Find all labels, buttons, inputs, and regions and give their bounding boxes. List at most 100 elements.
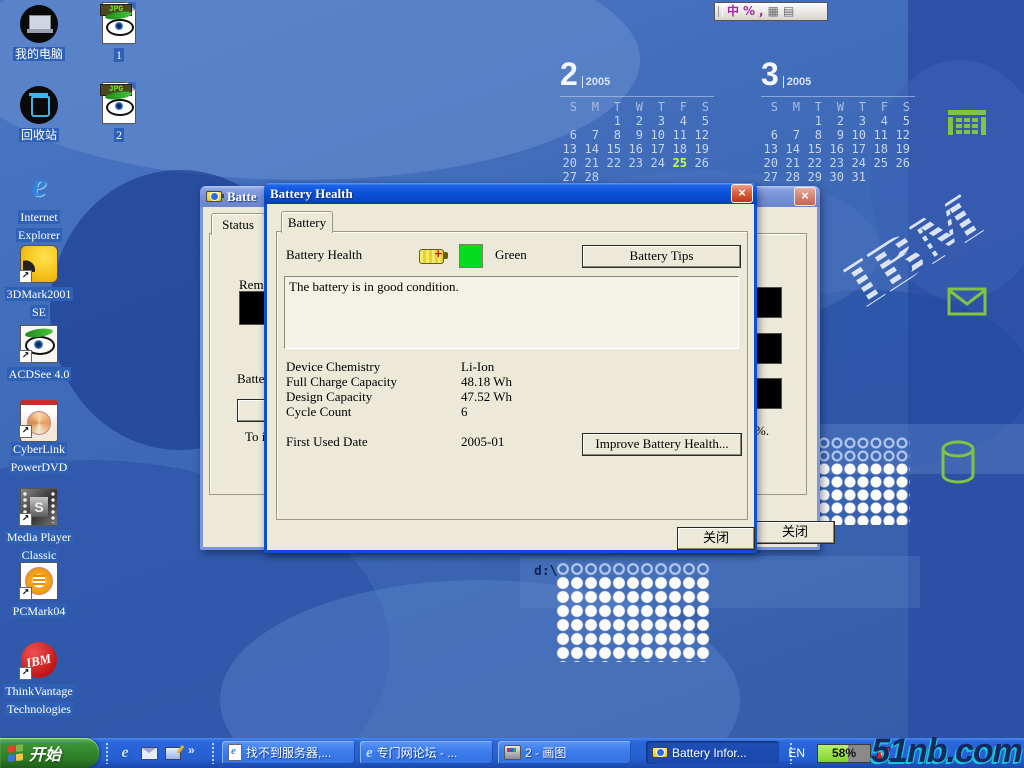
icon-label: 回收站 xyxy=(19,128,59,142)
ime-grip-handle[interactable] xyxy=(718,6,723,17)
icon-label: Internet Explorer xyxy=(16,210,62,242)
ime-language-bar[interactable]: 中 % , ▦ ▤ xyxy=(714,2,828,21)
calendar-day: 5 xyxy=(692,114,714,128)
icon-label: CyberLink PowerDVD xyxy=(9,442,70,474)
close-icon[interactable]: × xyxy=(794,187,816,206)
calendar-day-empty xyxy=(783,114,805,128)
close-button[interactable]: 关闭 xyxy=(755,521,835,544)
quicklaunch-show-desktop-icon[interactable] xyxy=(164,744,182,762)
envelope-icon xyxy=(947,287,987,316)
desktop-icon-internet-explorer[interactable]: e Internet Explorer xyxy=(0,168,78,244)
field-label: Cycle Count xyxy=(286,404,351,420)
tab-status[interactable]: Status xyxy=(211,213,265,235)
battery-tips-button[interactable]: Battery Tips xyxy=(582,245,741,268)
desktop-icon-recycle-bin[interactable]: 回收站 xyxy=(0,86,78,144)
calendar-day: 20 xyxy=(560,156,582,170)
field-value: 47.52 Wh xyxy=(461,389,512,405)
calendar-day: 13 xyxy=(761,142,783,156)
calendar-day: 11 xyxy=(871,128,893,142)
ime-fullwidth-icon[interactable]: % xyxy=(743,4,755,19)
calendar-day: 21 xyxy=(783,156,805,170)
condition-textbox: The battery is in good condition. xyxy=(284,276,739,349)
task-button-server-not-found[interactable]: 找不到服务器,... xyxy=(222,741,355,764)
quicklaunch-mail-icon[interactable] xyxy=(140,744,158,762)
quicklaunch-ie-icon[interactable]: e xyxy=(116,744,134,762)
dialog-client: Battery Battery Health + Green Battery T… xyxy=(267,204,754,550)
ime-punctuation-icon[interactable]: , xyxy=(759,4,764,19)
calendar-day: 11 xyxy=(670,128,692,142)
shortcut-arrow-icon: ↗ xyxy=(19,587,32,600)
calendar-day: 30 xyxy=(827,170,849,184)
calendar-day: 1 xyxy=(604,114,626,128)
ime-keyboard-icon[interactable]: ▦ xyxy=(768,4,779,19)
ime-chinese-icon[interactable]: 中 xyxy=(727,4,739,19)
shortcut-arrow-icon: ↗ xyxy=(19,425,32,438)
cylinder-icon xyxy=(938,440,986,486)
dot-grid xyxy=(818,437,910,463)
calendar-day: 3 xyxy=(849,114,871,128)
improve-battery-health-button[interactable]: Improve Battery Health... xyxy=(582,433,742,456)
calendar-day-highlighted: 25 xyxy=(670,156,692,170)
calendar-day-header: S xyxy=(560,100,582,114)
dialog-title: Battery Health xyxy=(270,186,731,202)
calendar-year: 2005 xyxy=(783,76,811,88)
icon-label: Media Player Classic xyxy=(5,530,73,562)
icon-label: 我的电脑 xyxy=(13,47,65,61)
jpg-file-icon: JPG xyxy=(102,2,136,44)
taskbar-separator xyxy=(106,742,108,764)
ime-toolbar-icon[interactable]: ▤ xyxy=(783,4,794,19)
tray-battery-meter[interactable]: 58% xyxy=(817,744,871,763)
desktop-icon-3dmark2001[interactable]: ↗ 3DMark2001 SE xyxy=(0,245,78,321)
desktop-icon-media-player-classic[interactable]: S↗ Media Player Classic xyxy=(0,488,78,564)
calendar-day: 23 xyxy=(626,156,648,170)
calendar-day: 1 xyxy=(805,114,827,128)
calendar-day-empty xyxy=(670,170,692,184)
calendar-day: 3 xyxy=(648,114,670,128)
close-icon[interactable]: × xyxy=(731,184,753,203)
calendar-day: 16 xyxy=(626,142,648,156)
calendar-day-header: M xyxy=(582,100,604,114)
drive-label: d:\ xyxy=(534,564,557,579)
desktop-icon-my-computer[interactable]: 我的电脑 xyxy=(0,5,78,63)
desktop-icon-pcmark04[interactable]: ↗ PCMark04 xyxy=(0,562,78,620)
dialog-titlebar[interactable]: Battery Health × xyxy=(264,183,757,204)
calendar-day: 24 xyxy=(648,156,670,170)
calendar-day: 22 xyxy=(805,156,827,170)
calendar-day-header: W xyxy=(827,100,849,114)
task-button-paint[interactable]: 2 - 画图 xyxy=(498,741,631,764)
calendar-day: 19 xyxy=(692,142,714,156)
field-value: Li-Ion xyxy=(461,359,494,375)
desktop-file-1[interactable]: JPG 1 xyxy=(80,2,158,64)
windows-flag-icon xyxy=(8,744,24,762)
calendar-day-header: S xyxy=(893,100,915,114)
calendar-day-empty xyxy=(626,170,648,184)
desktop-icon-powerdvd[interactable]: ↗ CyberLink PowerDVD xyxy=(0,400,78,476)
calendar-day-empty xyxy=(692,170,714,184)
taskbar-separator xyxy=(212,742,214,764)
battery-health-dialog[interactable]: Battery Health × Battery Battery Health … xyxy=(264,183,757,553)
start-button[interactable]: 开始 xyxy=(0,738,99,768)
language-indicator[interactable]: EN xyxy=(788,746,805,760)
calendar-day: 22 xyxy=(604,156,626,170)
dot-grid xyxy=(556,562,710,576)
calendar-day: 15 xyxy=(604,142,626,156)
calendar-day: 16 xyxy=(827,142,849,156)
battery-app-icon xyxy=(206,191,222,202)
close-button[interactable]: 关闭 xyxy=(677,527,755,550)
quicklaunch-overflow-chevron[interactable]: » xyxy=(188,743,195,757)
desktop-file-2[interactable]: JPG 2 xyxy=(80,82,158,144)
calendar-day: 9 xyxy=(827,128,849,142)
tab-battery[interactable]: Battery xyxy=(281,211,333,233)
calendar-title: 22005 xyxy=(560,56,714,97)
calendar-day: 10 xyxy=(648,128,670,142)
desktop-icon-thinkvantage[interactable]: IBM↗ ThinkVantage Technologies xyxy=(0,642,78,718)
task-button-battery-information[interactable]: Battery Infor... xyxy=(646,741,779,764)
calendar-day-empty xyxy=(582,114,604,128)
task-button-forum[interactable]: e 专门网论坛 - ... xyxy=(360,741,493,764)
to-improve-label: To i xyxy=(245,429,265,445)
calendar-day: 7 xyxy=(582,128,604,142)
icon-label: PCMark04 xyxy=(11,604,68,618)
my-computer-icon xyxy=(20,5,58,43)
desktop-icon-acdsee[interactable]: ↗ ACDSee 4.0 xyxy=(0,325,78,383)
calendar-day: 14 xyxy=(582,142,604,156)
